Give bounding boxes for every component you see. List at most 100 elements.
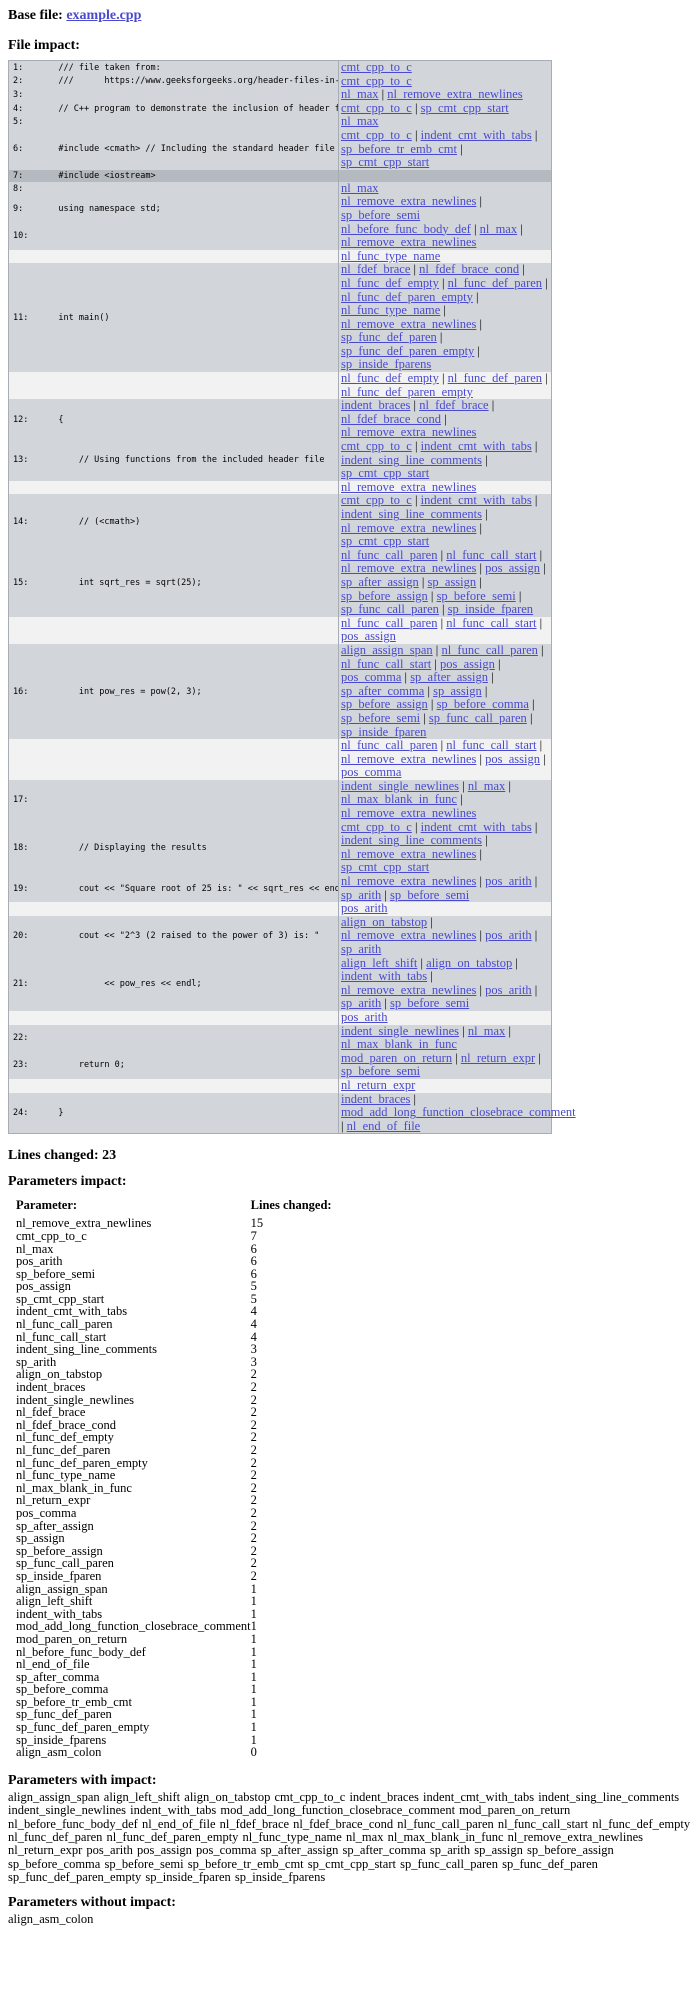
rule-link[interactable]: nl_max [480, 222, 518, 236]
rule-link[interactable]: cmt_cpp_to_c [341, 101, 412, 115]
rule-link[interactable]: nl_remove_extra_newlines [341, 847, 476, 861]
rule-link[interactable]: nl_func_def_paren_empty [341, 385, 473, 399]
rule-link[interactable]: indent_single_newlines [341, 1024, 459, 1038]
rule-link[interactable]: sp_func_call_paren [341, 602, 439, 616]
rule-link[interactable]: align_on_tabstop [426, 956, 512, 970]
rule-link[interactable]: nl_func_call_paren [341, 548, 437, 562]
rule-link[interactable]: nl_remove_extra_newlines [341, 521, 476, 535]
rule-link[interactable]: sp_arith [341, 996, 381, 1011]
rule-link[interactable]: pos_assign [485, 561, 540, 576]
base-file-link[interactable]: example.cpp [66, 8, 141, 23]
rule-link[interactable]: sp_func_def_paren_empty [341, 344, 474, 358]
rule-link[interactable]: nl_func_call_start [341, 657, 431, 671]
rule-link[interactable]: indent_sing_line_comments [341, 833, 482, 847]
rule-link[interactable]: sp_after_comma [341, 684, 424, 698]
rule-link[interactable]: sp_inside_fparens [341, 357, 431, 372]
rule-link[interactable]: pos_arith [485, 983, 532, 997]
rule-link[interactable]: indent_cmt_with_tabs [421, 128, 532, 142]
rule-link[interactable]: nl_max_blank_in_func [341, 1037, 457, 1051]
rule-link[interactable]: pos_arith [341, 901, 388, 915]
rule-link[interactable]: nl_before_func_body_def [341, 222, 471, 236]
rule-link[interactable]: nl_func_def_empty [341, 371, 439, 385]
rule-link[interactable]: sp_cmt_cpp_start [341, 534, 429, 548]
rule-link[interactable]: sp_after_assign [410, 670, 488, 684]
rule-link[interactable]: sp_before_semi [341, 711, 420, 725]
rule-link[interactable]: sp_arith [341, 888, 381, 902]
rule-link[interactable]: sp_inside_fparen [341, 725, 426, 739]
rule-link[interactable]: sp_before_semi [390, 996, 469, 1011]
rule-link[interactable]: indent_cmt_with_tabs [421, 493, 532, 508]
rule-link[interactable]: nl_remove_extra_newlines [341, 983, 476, 997]
rule-link[interactable]: sp_before_comma [437, 697, 529, 712]
rule-link[interactable]: mod_paren_on_return [341, 1051, 452, 1065]
rule-link[interactable]: nl_func_def_paren [448, 371, 542, 385]
rule-link[interactable]: sp_cmt_cpp_start [341, 466, 429, 480]
rule-link[interactable]: cmt_cpp_to_c [341, 493, 412, 508]
rule-link[interactable]: sp_before_tr_emb_cmt [341, 142, 457, 156]
rule-link[interactable]: pos_arith [485, 928, 532, 943]
rule-link[interactable]: sp_func_def_paren [341, 330, 437, 344]
rule-link[interactable]: cmt_cpp_to_c [341, 60, 412, 74]
rule-link[interactable]: nl_remove_extra_newlines [341, 425, 476, 440]
rule-link[interactable]: nl_remove_extra_newlines [341, 874, 476, 888]
rule-link[interactable]: indent_cmt_with_tabs [421, 439, 532, 453]
rule-link[interactable]: indent_sing_line_comments [341, 507, 482, 521]
rule-link[interactable]: pos_comma [341, 765, 401, 779]
rule-link[interactable]: nl_remove_extra_newlines [341, 561, 476, 576]
rule-link[interactable]: pos_assign [440, 657, 495, 671]
rule-link[interactable]: nl_remove_extra_newlines [341, 752, 476, 766]
rule-link[interactable]: indent_cmt_with_tabs [421, 820, 532, 834]
rule-link[interactable]: pos_arith [341, 1010, 388, 1024]
rule-link[interactable]: sp_cmt_cpp_start [421, 101, 509, 115]
rule-link[interactable]: nl_fdef_brace [341, 262, 410, 277]
rule-link[interactable]: nl_remove_extra_newlines [341, 235, 476, 249]
rule-link[interactable]: mod_add_long_function_closebrace_comment [341, 1105, 576, 1119]
rule-link[interactable]: sp_before_assign [341, 589, 428, 603]
rule-link[interactable]: nl_func_type_name [341, 303, 440, 317]
rule-link[interactable]: nl_max [468, 779, 506, 793]
rule-link[interactable]: nl_fdef_brace_cond [341, 412, 441, 426]
rule-link[interactable]: indent_with_tabs [341, 969, 427, 983]
rule-link[interactable]: nl_remove_extra_newlines [341, 480, 476, 494]
rule-link[interactable]: nl_func_def_paren [448, 276, 542, 290]
rule-link[interactable]: pos_arith [485, 874, 532, 888]
rule-link[interactable]: sp_inside_fparen [448, 602, 533, 616]
rule-link[interactable]: nl_max [341, 181, 379, 195]
rule-link[interactable]: sp_before_assign [341, 697, 428, 712]
rule-link[interactable]: nl_end_of_file [347, 1119, 421, 1133]
rule-link[interactable]: sp_assign [433, 684, 482, 698]
rule-link[interactable]: align_assign_span [341, 643, 433, 657]
rule-link[interactable]: nl_max_blank_in_func [341, 792, 457, 807]
rule-link[interactable]: nl_func_def_paren_empty [341, 290, 473, 304]
rule-link[interactable]: nl_remove_extra_newlines [341, 194, 476, 209]
rule-link[interactable]: nl_remove_extra_newlines [387, 87, 522, 101]
rule-link[interactable]: indent_braces [341, 398, 410, 412]
rule-link[interactable]: nl_return_expr [461, 1051, 535, 1065]
rule-link[interactable]: cmt_cpp_to_c [341, 820, 412, 834]
rule-link[interactable]: sp_before_semi [437, 589, 516, 603]
rule-link[interactable]: nl_func_call_paren [341, 738, 437, 752]
rule-link[interactable]: cmt_cpp_to_c [341, 74, 412, 88]
rule-link[interactable]: nl_func_call_start [446, 616, 536, 630]
rule-link[interactable]: pos_assign [485, 752, 540, 766]
rule-link[interactable]: sp_before_semi [341, 1064, 420, 1079]
rule-link[interactable]: nl_remove_extra_newlines [341, 928, 476, 943]
rule-link[interactable]: nl_return_expr [341, 1078, 415, 1092]
rule-link[interactable]: nl_fdef_brace_cond [419, 262, 519, 277]
rule-link[interactable]: sp_arith [341, 942, 381, 956]
rule-link[interactable]: nl_func_call_paren [341, 616, 437, 630]
rule-link[interactable]: nl_func_call_start [446, 738, 536, 752]
rule-link[interactable]: sp_assign [428, 575, 477, 589]
rule-link[interactable]: nl_remove_extra_newlines [341, 806, 476, 820]
rule-link[interactable]: sp_before_semi [341, 208, 420, 222]
rule-link[interactable]: nl_func_call_start [446, 548, 536, 562]
rule-link[interactable]: pos_assign [341, 629, 396, 644]
rule-link[interactable]: align_left_shift [341, 956, 417, 970]
rule-link[interactable]: pos_comma [341, 670, 401, 684]
rule-link[interactable]: nl_max [341, 114, 379, 129]
rule-link[interactable]: indent_sing_line_comments [341, 453, 482, 467]
rule-link[interactable]: cmt_cpp_to_c [341, 128, 412, 142]
rule-link[interactable]: nl_fdef_brace [419, 398, 488, 412]
rule-link[interactable]: nl_max [341, 87, 379, 101]
rule-link[interactable]: align_on_tabstop [341, 915, 427, 929]
